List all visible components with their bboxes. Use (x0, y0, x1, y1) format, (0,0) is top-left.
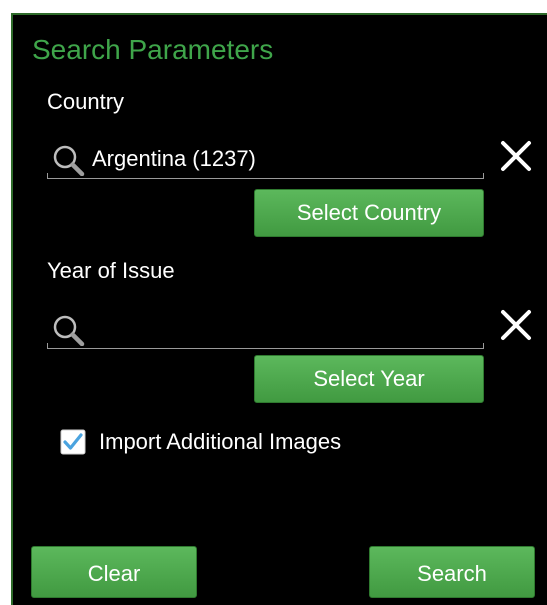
search-parameters-dialog: Search Parameters Country Argentina (123… (11, 13, 547, 605)
clear-year-close-icon[interactable] (499, 308, 533, 342)
select-year-button[interactable]: Select Year (254, 355, 484, 403)
search-icon (53, 145, 85, 176)
country-value: Argentina (1237) (92, 146, 256, 171)
country-label: Country (47, 89, 125, 114)
country-field[interactable]: Argentina (1237) (47, 139, 484, 179)
select-country-button[interactable]: Select Country (254, 189, 484, 237)
search-button[interactable]: Search (369, 546, 535, 598)
clear-country-close-icon[interactable] (499, 139, 533, 173)
dialog-title: Search Parameters (32, 34, 274, 65)
search-icon (53, 315, 85, 346)
clear-button[interactable]: Clear (31, 546, 197, 598)
year-of-issue-field[interactable] (47, 309, 484, 349)
import-images-checkbox[interactable] (60, 429, 86, 455)
import-images-label: Import Additional Images (99, 429, 342, 454)
year-of-issue-label: Year of Issue (47, 258, 175, 283)
